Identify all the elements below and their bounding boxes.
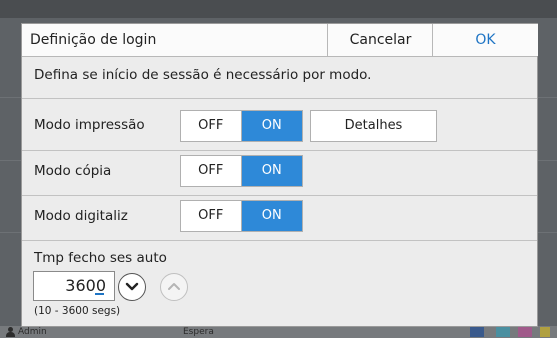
user-icon	[6, 327, 15, 337]
divider	[22, 240, 537, 241]
details-button[interactable]: Detalhes	[310, 110, 437, 142]
cancel-button[interactable]: Cancelar	[327, 24, 433, 56]
ink-level-icon	[470, 327, 484, 337]
dialog-title: Definição de login	[30, 32, 157, 48]
ink-level-icon	[496, 327, 510, 337]
status-state: Espera	[183, 327, 214, 337]
background-top-bar	[0, 0, 557, 18]
auto-logout-time-range: (10 - 3600 segs)	[34, 305, 121, 317]
copy-mode-label: Modo cópia	[34, 163, 112, 179]
divider	[22, 195, 537, 196]
increment-button[interactable]	[160, 273, 188, 301]
copy-mode-toggle: OFF ON	[180, 155, 303, 187]
scan-mode-toggle: OFF ON	[180, 200, 303, 232]
copy-mode-off-button[interactable]: OFF	[181, 156, 242, 186]
dialog-title-bar: Definição de login Cancelar OK	[22, 24, 538, 57]
divider	[22, 98, 537, 99]
print-mode-label: Modo impressão	[34, 117, 145, 133]
print-mode-off-button[interactable]: OFF	[181, 111, 242, 141]
ink-level-icon	[540, 327, 550, 337]
auto-logout-time-input[interactable]: 3600	[33, 271, 115, 301]
scan-mode-label: Modo digitaliz	[34, 208, 128, 224]
auto-logout-time-label: Tmp fecho ses auto	[34, 250, 167, 266]
print-mode-on-button[interactable]: ON	[241, 111, 302, 141]
status-user: Admin	[18, 327, 47, 337]
scan-mode-off-button[interactable]: OFF	[181, 201, 242, 231]
login-settings-dialog: Definição de login Cancelar OK Defina se…	[21, 23, 538, 327]
print-mode-toggle: OFF ON	[180, 110, 303, 142]
background-status-bar: Admin Espera	[0, 326, 557, 338]
text-cursor	[95, 293, 104, 295]
copy-mode-on-button[interactable]: ON	[241, 156, 302, 186]
chevron-up-icon	[168, 283, 180, 290]
dialog-description: Defina se início de sessão é necessário …	[34, 67, 372, 83]
scan-mode-on-button[interactable]: ON	[241, 201, 302, 231]
chevron-down-icon	[125, 282, 139, 291]
ok-button[interactable]: OK	[432, 24, 538, 56]
divider	[22, 150, 537, 151]
ink-level-icon	[518, 327, 532, 337]
decrement-button[interactable]	[118, 273, 146, 301]
